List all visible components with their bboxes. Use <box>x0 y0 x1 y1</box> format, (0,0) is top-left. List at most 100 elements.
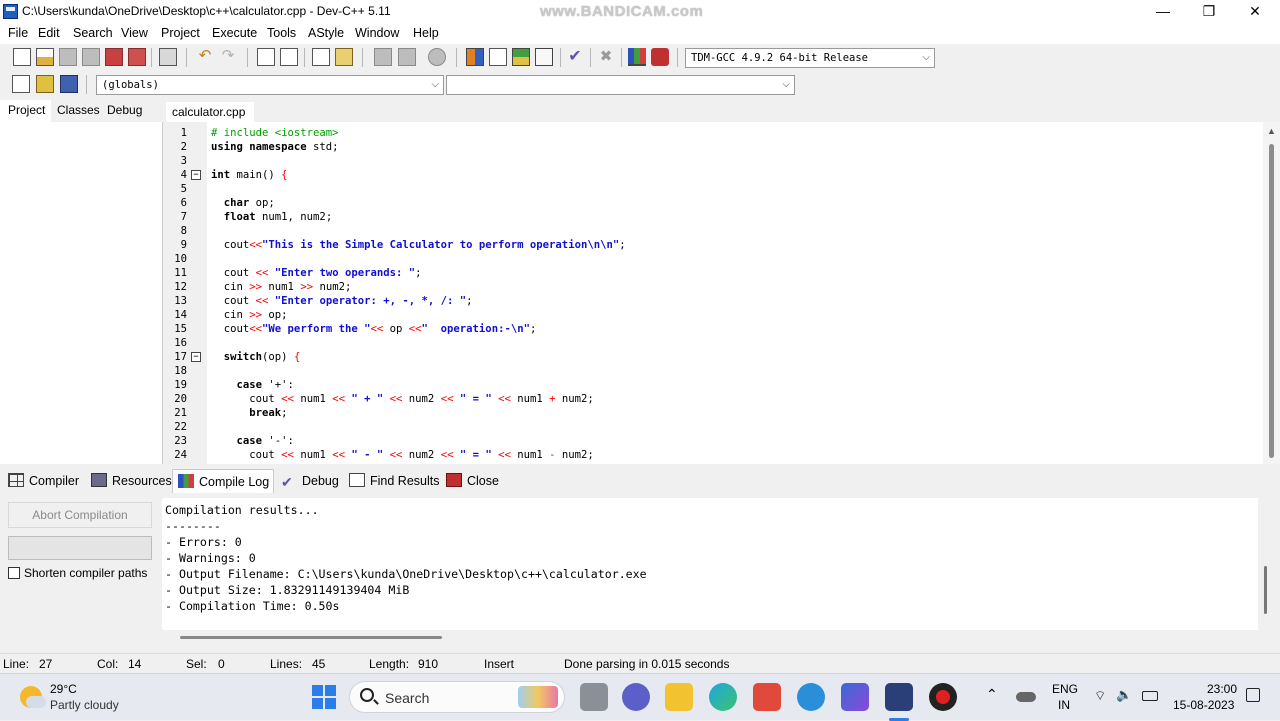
log-horizontal-scrollbar[interactable] <box>180 636 442 639</box>
code-token-op: << <box>440 449 454 461</box>
bandicam-record-icon[interactable] <box>929 683 957 711</box>
chat-icon[interactable] <box>622 683 650 711</box>
indent-icon[interactable] <box>374 48 392 66</box>
code-token-txt: ; <box>466 295 473 307</box>
close-file-icon[interactable] <box>105 48 123 66</box>
file-explorer-icon[interactable] <box>665 683 693 711</box>
volume-icon[interactable]: 🔈 <box>1116 687 1132 703</box>
tab-close-panel[interactable]: Close <box>446 472 499 492</box>
toggle-comment-icon[interactable] <box>428 48 446 66</box>
status-length-label: Length: <box>369 657 410 671</box>
code-token-txt: ; <box>281 407 288 419</box>
code-token-txt: cout <box>211 323 250 335</box>
bandicam-watermark: www.BANDICAM.com <box>540 3 704 20</box>
weather-temperature[interactable]: 29°C <box>50 682 77 696</box>
unindent-icon[interactable] <box>398 48 416 66</box>
tab-resources[interactable]: Resources <box>91 472 172 492</box>
profile-chart-icon[interactable] <box>628 48 646 66</box>
save-icon[interactable] <box>59 48 77 66</box>
menu-execute[interactable]: Execute <box>212 26 257 40</box>
compile-log-output[interactable]: Compilation results... -------- - Errors: … <box>162 498 1258 630</box>
code-token-txt: num2 <box>402 393 441 405</box>
toggle-bookmark-icon[interactable] <box>335 48 353 66</box>
menu-window[interactable]: Window <box>355 26 399 40</box>
tab-find-results[interactable]: Find Results <box>349 472 439 492</box>
compile-log-line: - Output Size: 1.83291149139404 MiB <box>165 583 410 597</box>
fold-toggle-icon[interactable]: − <box>191 352 201 362</box>
goto-declaration-icon[interactable] <box>36 75 54 93</box>
compiler-select[interactable]: TDM-GCC 4.9.2 64-bit Release ⌵ <box>685 48 935 68</box>
microsoft-store-icon[interactable] <box>753 683 781 711</box>
tab-debug-bottom[interactable]: ✔ Debug <box>281 472 339 492</box>
task-view-icon[interactable] <box>580 683 608 711</box>
devcpp-taskbar-icon[interactable] <box>885 683 913 711</box>
clock-time[interactable]: 23:00 <box>1207 682 1237 696</box>
code-editor[interactable]: 1 2 3 4−5 6 7 8 9 10 11 12 13 14 15 16 17−18 19 20 21 22 23 2… <box>162 122 1280 464</box>
new-file-icon[interactable] <box>13 48 31 66</box>
restore-button[interactable]: ❐ <box>1186 0 1232 24</box>
weather-description[interactable]: Partly cloudy <box>50 698 119 712</box>
tab-compile-log[interactable]: Compile Log <box>172 469 274 493</box>
project-options-icon[interactable] <box>489 48 507 66</box>
menu-help[interactable]: Help <box>413 26 439 40</box>
minimize-button[interactable]: — <box>1140 0 1186 24</box>
scope-select[interactable]: (globals) ⌵ <box>96 75 444 95</box>
menu-view[interactable]: View <box>121 26 148 40</box>
code-token-txt: num2 <box>402 449 441 461</box>
log-vertical-scrollbar[interactable] <box>1264 566 1267 614</box>
run-icon[interactable] <box>535 48 553 66</box>
undo-icon[interactable]: ↶ <box>196 48 214 66</box>
menu-astyle[interactable]: AStyle <box>308 26 344 40</box>
tab-project[interactable]: Project <box>0 100 52 122</box>
code-line-text: cout << "Enter two operands: "; <box>211 266 422 280</box>
wifi-icon[interactable]: ⌔ <box>1094 688 1106 704</box>
onedrive-cloud-icon[interactable] <box>1016 692 1036 702</box>
battery-icon[interactable] <box>1142 691 1158 701</box>
menu-edit[interactable]: Edit <box>38 26 60 40</box>
close-all-icon[interactable] <box>128 48 146 66</box>
language-top[interactable]: ENG <box>1052 682 1078 696</box>
print-icon[interactable] <box>159 48 177 66</box>
windows-start-icon[interactable] <box>310 683 338 711</box>
editor-tab-calculator[interactable]: calculator.cpp <box>166 102 254 122</box>
editor-scroll-thumb[interactable] <box>1269 144 1274 458</box>
abort-compilation-button[interactable]: Abort Compilation <box>8 502 152 528</box>
delete-profile-icon[interactable] <box>651 48 669 66</box>
compile-icon[interactable] <box>512 48 530 66</box>
app-icon[interactable] <box>841 683 869 711</box>
language-bottom[interactable]: IN <box>1058 698 1070 712</box>
tab-classes[interactable]: Classes <box>57 103 100 117</box>
edge-browser-icon[interactable] <box>709 683 737 711</box>
scroll-up-icon[interactable]: ▲ <box>1267 126 1276 136</box>
find-icon[interactable] <box>257 48 275 66</box>
editor-vertical-scrollbar[interactable]: ▲ <box>1263 122 1280 464</box>
goto-line-icon[interactable] <box>312 48 330 66</box>
function-select[interactable]: ⌵ <box>446 75 795 95</box>
stop-execution-icon[interactable]: ✖ <box>597 48 615 66</box>
replace-icon[interactable] <box>280 48 298 66</box>
check-syntax-icon[interactable]: ✔ <box>566 48 584 66</box>
show-hidden-icons-chevron[interactable]: ⌃ <box>986 686 998 703</box>
menu-project[interactable]: Project <box>161 26 200 40</box>
redo-icon[interactable]: ↷ <box>219 48 237 66</box>
taskbar-search-box[interactable]: Search <box>349 681 565 713</box>
new-project-icon[interactable] <box>466 48 484 66</box>
fold-toggle-icon[interactable]: − <box>191 170 201 180</box>
chrome-icon[interactable] <box>797 683 825 711</box>
menu-search[interactable]: Search <box>73 26 113 40</box>
close-window-button[interactable]: ✕ <box>1232 0 1278 24</box>
checkbox-box[interactable] <box>8 567 20 579</box>
insert-icon[interactable] <box>12 75 30 93</box>
code-token-txt: cout <box>211 393 282 405</box>
clock-date[interactable]: 15-08-2023 <box>1173 698 1234 712</box>
menu-tools[interactable]: Tools <box>267 26 296 40</box>
open-file-icon[interactable] <box>36 48 54 66</box>
tab-debug-left[interactable]: Debug <box>107 103 142 117</box>
menu-file[interactable]: File <box>8 26 28 40</box>
notifications-icon[interactable] <box>1246 688 1260 702</box>
shorten-paths-checkbox[interactable]: Shorten compiler paths <box>8 566 147 580</box>
save-all-icon[interactable] <box>82 48 100 66</box>
tab-compiler[interactable]: Compiler <box>8 472 79 492</box>
goto-definition-icon[interactable] <box>60 75 78 93</box>
code-line-text: cout<<"This is the Simple Calculator to … <box>211 238 626 252</box>
